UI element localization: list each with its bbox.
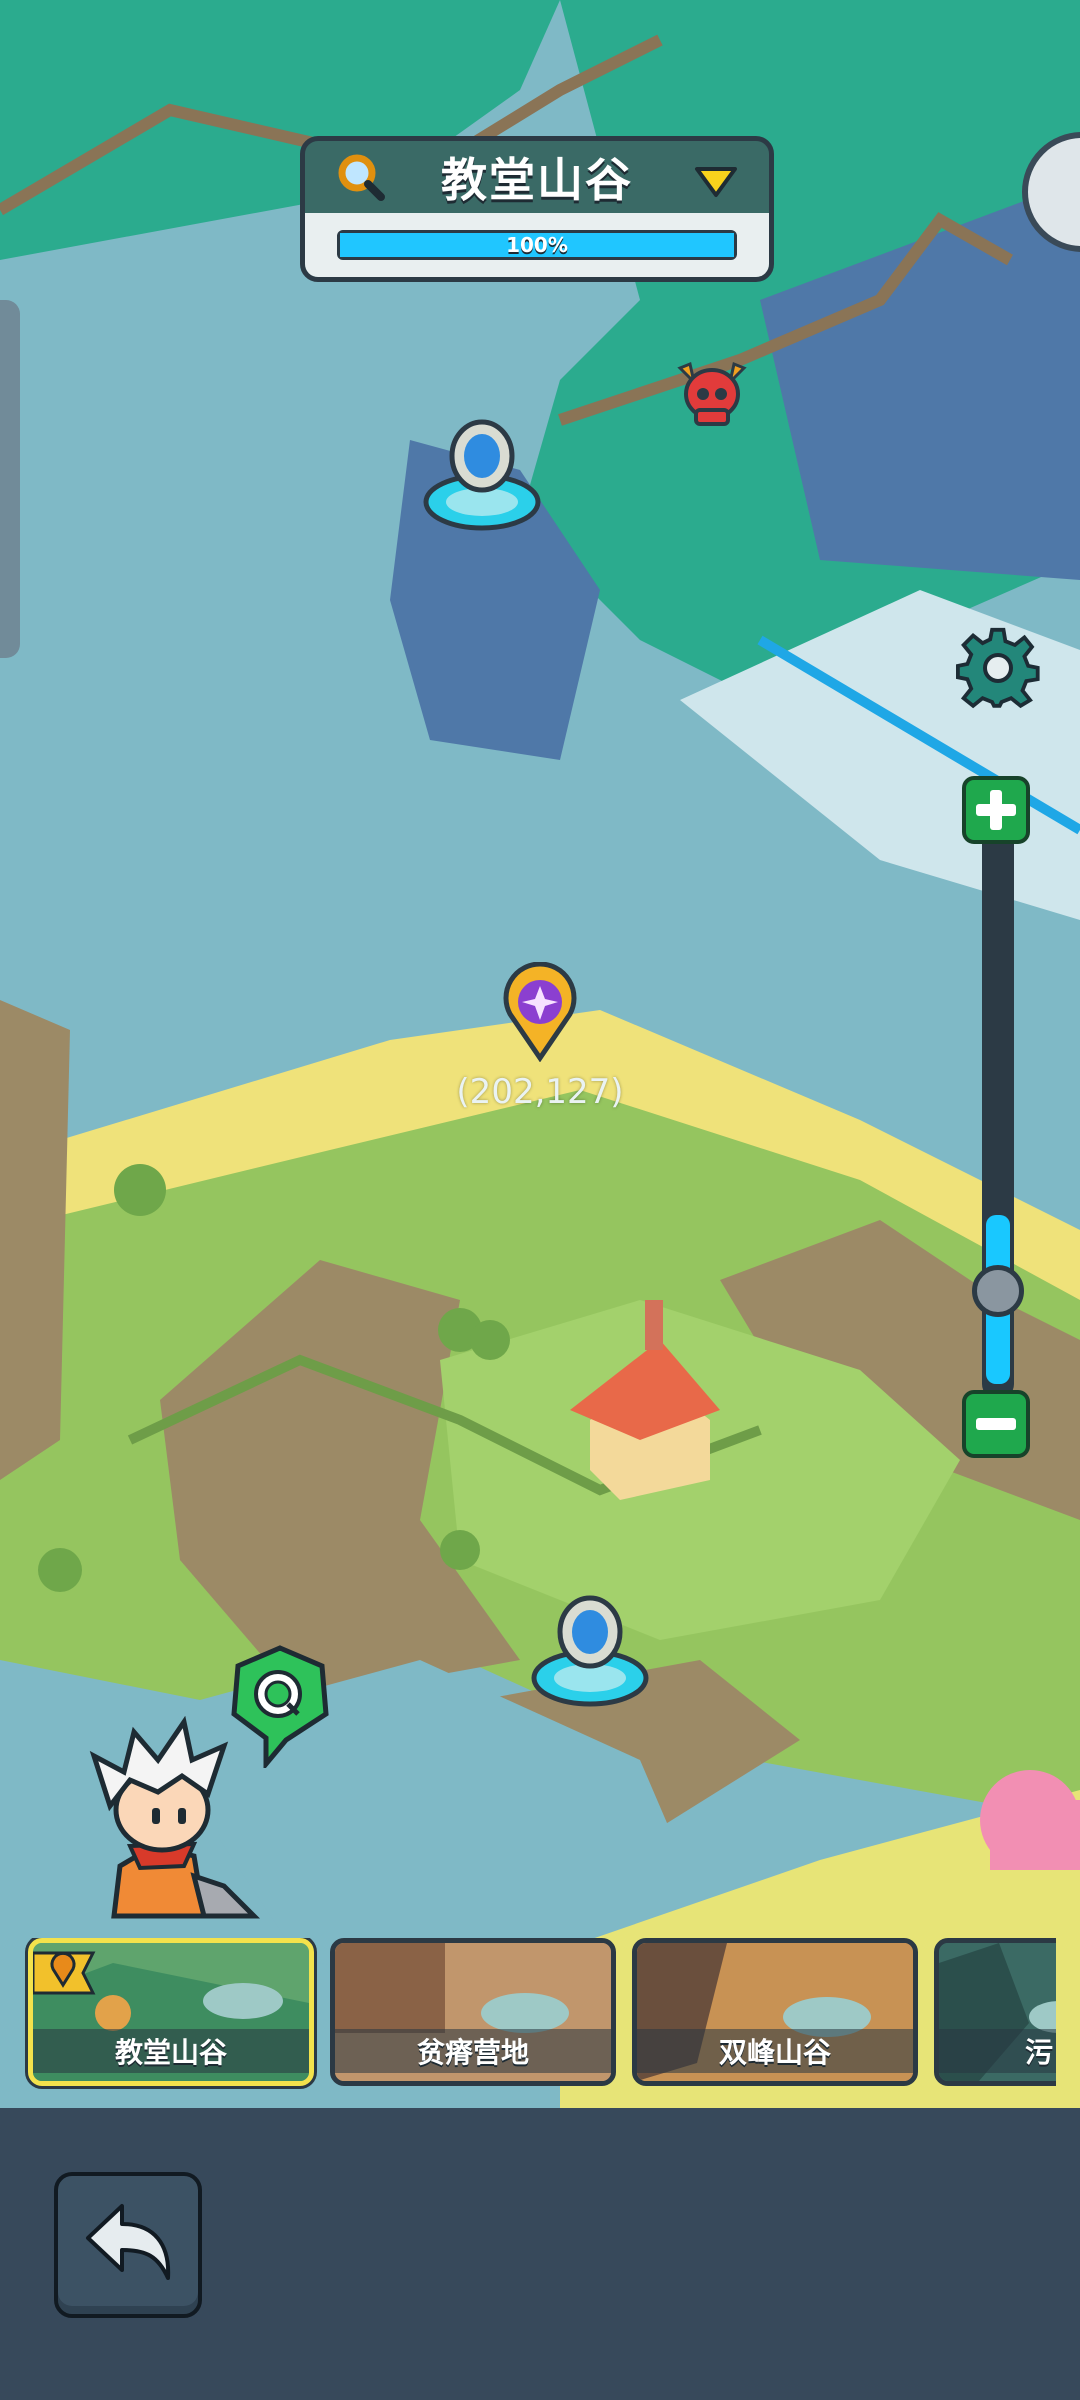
zoom-in-button[interactable] bbox=[962, 776, 1030, 844]
region-card[interactable]: 双峰山谷 bbox=[632, 1938, 918, 2086]
region-card-label: 教堂山谷 bbox=[33, 2029, 309, 2073]
portal-icon[interactable] bbox=[528, 1588, 652, 1712]
exploration-progress-row: 100% bbox=[305, 213, 769, 277]
triangle-down-icon[interactable] bbox=[693, 163, 739, 199]
red-skull-icon[interactable] bbox=[672, 354, 752, 434]
zoom-out-button[interactable] bbox=[962, 1390, 1030, 1458]
region-header: 教堂山谷 100% bbox=[300, 136, 774, 282]
gear-icon[interactable] bbox=[956, 626, 1040, 710]
plus-icon bbox=[976, 790, 1016, 830]
region-card-label: 污 bbox=[939, 2029, 1056, 2073]
region-card-label: 双峰山谷 bbox=[637, 2029, 913, 2073]
back-arrow-icon bbox=[86, 2204, 171, 2280]
player-character bbox=[89, 1716, 261, 1919]
minus-icon bbox=[976, 1418, 1016, 1430]
side-panel-tab[interactable] bbox=[0, 300, 20, 658]
region-cards-strip[interactable]: 教堂山谷 贫瘠营地 双峰山谷 污 bbox=[0, 1938, 1056, 2096]
region-card[interactable]: 污 bbox=[934, 1938, 1056, 2086]
portal-icon[interactable] bbox=[420, 412, 544, 536]
back-button[interactable] bbox=[54, 2172, 202, 2318]
world-map[interactable]: (202,127) 教堂山谷 100% 教堂山谷 贫瘠营地 双峰山谷 污 bbox=[0, 0, 1080, 2108]
region-card-label: 贫瘠营地 bbox=[335, 2029, 611, 2073]
region-name: 教堂山谷 bbox=[441, 153, 633, 207]
star-pin-icon[interactable] bbox=[502, 962, 578, 1062]
map-coordinates: (202,127) bbox=[456, 1072, 624, 1112]
region-card[interactable]: 教堂山谷 bbox=[28, 1938, 314, 2086]
region-selector[interactable]: 教堂山谷 bbox=[305, 141, 769, 213]
region-card[interactable]: 贫瘠营地 bbox=[330, 1938, 616, 2086]
magnifier-icon[interactable] bbox=[335, 151, 387, 203]
location-flag-icon bbox=[33, 1951, 96, 1995]
zoom-slider-knob[interactable] bbox=[972, 1264, 1024, 1317]
exploration-progress-bar: 100% bbox=[337, 230, 737, 260]
exploration-progress-text: 100% bbox=[506, 233, 568, 257]
